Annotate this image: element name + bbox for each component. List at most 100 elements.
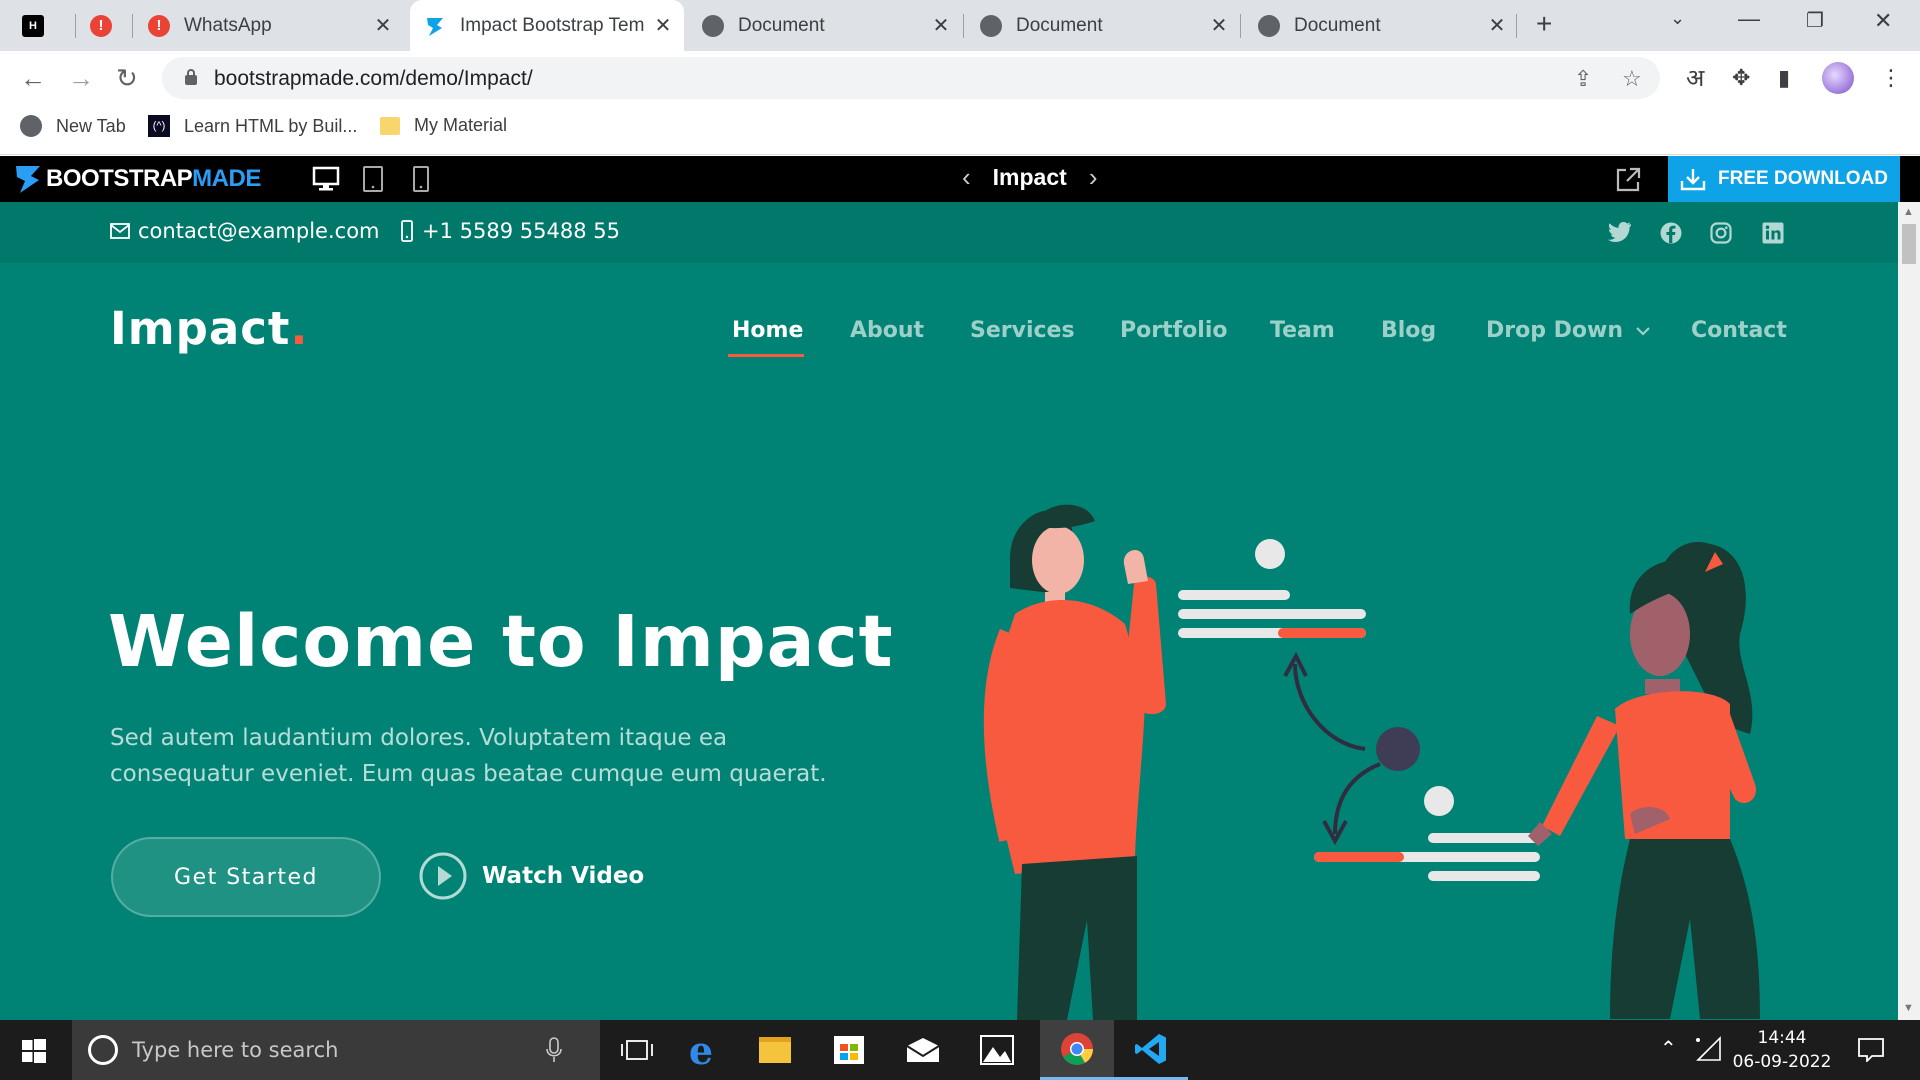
next-template-icon[interactable]: › [1089,162,1098,193]
bookmark-new-tab[interactable]: New Tab [20,115,126,137]
scroll-down-icon[interactable]: ▼ [1903,1002,1914,1014]
side-panel-icon[interactable]: ▮ [1778,65,1790,91]
taskbar-store[interactable] [812,1020,886,1080]
play-circle-icon [419,852,467,900]
nav-active-underline [728,354,804,357]
cortana-icon [88,1035,118,1065]
phone-icon [401,220,413,242]
bootstrapmade-logo[interactable]: BOOTSTRAP MADE [14,164,261,194]
template-switcher: ‹ Impact › [940,162,1119,193]
taskbar-chrome[interactable] [1040,1020,1114,1080]
facebook-icon[interactable] [1660,222,1682,244]
windows-start-icon[interactable] [22,1039,46,1063]
share-icon[interactable]: ⇪ [1574,66,1592,92]
task-view-icon [621,1040,653,1060]
microphone-icon[interactable] [546,1037,562,1063]
open-external-icon[interactable] [1614,166,1642,194]
star-icon[interactable]: ☆ [1622,66,1642,92]
tab-impact[interactable]: Impact Bootstrap Temp ✕ [410,0,684,51]
hero-description: Sed autem laudantium dolores. Voluptatem… [110,725,827,787]
close-icon[interactable]: ✕ [930,13,952,38]
show-hidden-icons[interactable]: ⌃ [1660,1036,1677,1060]
close-icon[interactable]: ✕ [652,13,674,38]
logo-word-1: BOOTSTRAP [46,165,193,192]
scroll-thumb[interactable] [1902,224,1916,264]
globe-icon [20,115,42,137]
minimize-button[interactable]: — [1738,6,1760,32]
contact-email[interactable]: contact@example.com [110,219,380,243]
tab-hackerrank[interactable]: H [22,0,64,51]
bookmark-freecodecamp[interactable]: (^) Learn HTML by Buil... [148,115,357,137]
nav-services[interactable]: Services [970,318,1075,343]
globe-icon [702,14,724,37]
bookmark-my-material[interactable]: My Material [380,115,507,136]
page-scrollbar[interactable]: ▲ ▼ [1898,202,1920,1020]
address-bar[interactable]: bootstrapmade.com/demo/Impact/ ⇪ ☆ [162,57,1660,99]
nav-blog[interactable]: Blog [1381,318,1436,343]
linkedin-icon[interactable] [1762,222,1784,244]
menu-icon[interactable]: ⋮ [1880,65,1902,91]
tablet-view-icon[interactable] [362,165,384,193]
hero-title: Welcome to Impact [108,600,894,683]
download-icon [1680,169,1706,191]
nav-home[interactable]: Home [732,318,803,343]
translate-icon[interactable]: अ [1686,61,1704,94]
nav-contact[interactable]: Contact [1691,318,1787,343]
edge-icon: e [688,1027,714,1073]
instagram-icon[interactable] [1710,222,1732,244]
tab-whatsapp[interactable]: ! WhatsApp ✕ [148,0,394,51]
tab-alert[interactable]: ! [90,0,126,51]
mail-icon [906,1038,940,1062]
contact-phone[interactable]: +1 5589 55488 55 [400,219,620,243]
tab-search-chevron-icon[interactable]: ⌄ [1670,8,1685,29]
scroll-up-icon[interactable]: ▲ [1903,206,1914,218]
bookmark-label: Learn HTML by Buil... [184,115,358,136]
bootstrapmade-icon [427,17,443,36]
system-clock[interactable]: 14:44 06-09-2022 [1712,1026,1852,1074]
tab-title: Document [1294,14,1381,36]
taskbar-edge[interactable]: e [664,1020,738,1080]
nav-about[interactable]: About [850,318,924,343]
notifications-icon[interactable] [1858,1038,1884,1062]
desktop-view-icon[interactable] [312,165,340,193]
extensions-icon[interactable]: ✥ [1732,65,1750,91]
free-download-button[interactable]: FREE DOWNLOAD [1668,156,1900,202]
tab-document-3[interactable]: Document ✕ [1258,0,1508,51]
envelope-icon [110,223,130,239]
folder-icon [759,1037,791,1063]
forward-button[interactable]: → [68,63,94,94]
mobile-view-icon[interactable] [412,165,430,193]
get-started-button[interactable]: Get Started [111,837,381,917]
close-icon[interactable]: ✕ [1486,13,1508,38]
taskbar-mail[interactable] [886,1020,960,1080]
nav-drop-down[interactable]: Drop Down [1486,318,1651,343]
taskbar-file-explorer[interactable] [738,1020,812,1080]
reload-button[interactable]: ↻ [116,63,138,94]
new-tab-button[interactable]: + [1536,8,1552,40]
twitter-icon[interactable] [1608,222,1632,242]
taskbar-photos[interactable] [960,1020,1034,1080]
watch-video-button[interactable]: Watch Video [418,851,644,901]
brand-dot: . [290,302,309,355]
hackerrank-icon: H [22,14,44,37]
back-button[interactable]: ← [20,63,46,94]
site-logo[interactable]: Impact. [110,302,309,355]
taskbar-search-box[interactable]: Type here to search [72,1020,600,1080]
alert-icon: ! [90,14,112,37]
taskbar-vscode[interactable] [1114,1020,1188,1080]
tab-document-1[interactable]: Document ✕ [702,0,952,51]
close-window-button[interactable]: ✕ [1874,8,1892,34]
nav-portfolio[interactable]: Portfolio [1120,318,1228,343]
restore-button[interactable]: ❐ [1806,8,1824,33]
windows-taskbar: Type here to search e ⌃ 14:44 06-09-2022 [0,1020,1920,1080]
chrome-icon [1061,1032,1093,1065]
nav-team[interactable]: Team [1270,318,1335,343]
avatar[interactable] [1822,62,1854,94]
tab-document-2[interactable]: Document ✕ [980,0,1230,51]
task-view-button[interactable] [600,1020,674,1080]
tab-title: WhatsApp [184,14,272,36]
close-icon[interactable]: ✕ [1208,13,1230,38]
close-icon[interactable]: ✕ [372,13,394,38]
previous-template-icon[interactable]: ‹ [962,162,971,193]
tab-title: Impact Bootstrap Temp [460,14,644,36]
